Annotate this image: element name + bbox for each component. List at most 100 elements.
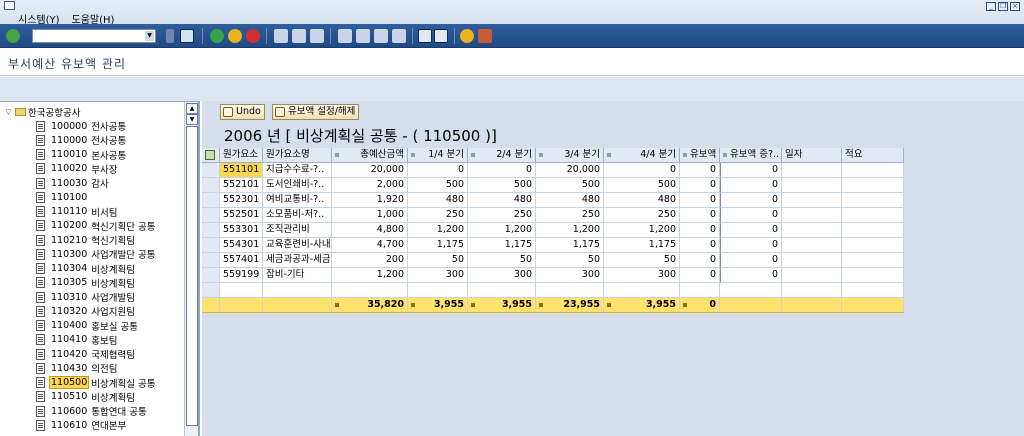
column-header[interactable]: 유보액 증?.. <box>720 148 782 163</box>
reserve-change-input[interactable]: 0 <box>720 253 782 268</box>
new-session-icon[interactable] <box>418 29 432 43</box>
back-icon[interactable] <box>210 29 224 43</box>
tree-item[interactable]: 110000 전사공통 <box>36 133 126 147</box>
select-all-cell[interactable] <box>202 148 220 163</box>
tree-item[interactable]: 110610 연대본부 <box>36 418 126 432</box>
grid-menu-icon[interactable] <box>205 149 215 160</box>
table-cell[interactable] <box>842 223 904 238</box>
scroll-down-icon[interactable]: ▼ <box>186 114 198 125</box>
tree-item[interactable]: 110210 혁신기획팀 <box>36 233 135 247</box>
tree-item[interactable]: 110010 본사공통 <box>36 148 126 162</box>
restore-icon[interactable]: ❐ <box>998 2 1008 11</box>
table-cell: 1,920 <box>332 193 408 208</box>
row-selector[interactable] <box>202 268 220 283</box>
reserve-change-input[interactable]: 0 <box>720 268 782 283</box>
row-selector[interactable] <box>202 163 220 178</box>
tree-item[interactable]: 110320 사업지원팀 <box>36 304 135 318</box>
table-cell[interactable] <box>782 178 842 193</box>
tree-item[interactable]: 110100 <box>36 190 91 204</box>
undo-button[interactable]: Undo <box>220 104 265 120</box>
table-cell[interactable] <box>842 208 904 223</box>
tree-item[interactable]: 110510 비상계획팀 <box>36 390 135 404</box>
tree-item[interactable]: 110305 비상계획팀 <box>36 276 135 290</box>
reserve-change-input[interactable]: 0 <box>720 178 782 193</box>
table-cell[interactable] <box>782 268 842 283</box>
print-icon[interactable] <box>274 29 288 43</box>
table-cell[interactable] <box>842 253 904 268</box>
table-cell[interactable] <box>842 163 904 178</box>
row-selector[interactable] <box>202 193 220 208</box>
tree-item[interactable]: 110030 감사 <box>36 176 109 190</box>
row-selector[interactable] <box>202 208 220 223</box>
reserve-change-input[interactable]: 0 <box>720 223 782 238</box>
tree-item[interactable]: 110600 통합연대 공통 <box>36 404 147 418</box>
layout-menu-icon[interactable] <box>478 29 492 43</box>
column-header[interactable]: 유보액 <box>680 148 720 163</box>
tree-scrollbar[interactable]: ▲ ▼ <box>184 102 198 436</box>
scroll-thumb[interactable] <box>186 126 198 426</box>
tree-item[interactable]: 110200 혁신기획단 공통 <box>36 219 155 233</box>
find-icon[interactable] <box>292 29 306 43</box>
row-selector[interactable] <box>202 253 220 268</box>
command-dropdown-icon[interactable]: ▼ <box>145 31 154 41</box>
column-header[interactable]: 4/4 분기 <box>604 148 680 163</box>
column-header[interactable]: 원가요소명 <box>263 148 332 163</box>
row-selector[interactable] <box>202 223 220 238</box>
table-cell[interactable] <box>782 193 842 208</box>
table-cell[interactable] <box>842 178 904 193</box>
tree-item[interactable]: 110300 사업개발단 공통 <box>36 247 155 261</box>
row-selector[interactable] <box>202 178 220 193</box>
cancel-icon[interactable] <box>246 29 260 43</box>
reserve-change-input[interactable]: 0 <box>720 208 782 223</box>
reserve-change-input[interactable]: 0 <box>720 238 782 253</box>
table-cell[interactable] <box>782 208 842 223</box>
table-cell[interactable] <box>782 223 842 238</box>
scroll-up-icon[interactable]: ▲ <box>186 103 198 114</box>
first-page-icon[interactable] <box>338 29 352 43</box>
column-header[interactable]: 3/4 분기 <box>536 148 604 163</box>
tree-item[interactable]: 100000 전사공통 <box>36 119 126 133</box>
collapse-icon[interactable]: ▽ <box>4 108 13 117</box>
reserve-change-input[interactable]: 0 <box>720 163 782 178</box>
find-next-icon[interactable] <box>310 29 324 43</box>
tree-root[interactable]: ▽ 한국공항공사 <box>4 106 81 120</box>
tree-item[interactable]: 110310 사업개발팀 <box>36 290 135 304</box>
table-cell[interactable] <box>842 268 904 283</box>
shortcut-icon[interactable] <box>434 29 448 43</box>
column-header[interactable]: 2/4 분기 <box>468 148 536 163</box>
enter-check-icon[interactable] <box>6 29 20 43</box>
table-cell[interactable] <box>842 238 904 253</box>
table-cell[interactable] <box>782 253 842 268</box>
table-cell[interactable] <box>782 163 842 178</box>
reserve-toggle-button[interactable]: 유보액 설정/해제 <box>272 104 360 120</box>
tree-item[interactable]: 110410 홍보팀 <box>36 333 118 347</box>
tree-item[interactable]: 110020 부사장 <box>36 162 118 176</box>
minimize-icon[interactable]: _ <box>986 2 996 11</box>
tree-item[interactable]: 110500 비상계획실 공통 <box>36 376 155 390</box>
reserve-change-input[interactable]: 0 <box>720 193 782 208</box>
column-header[interactable]: 총예산금액 <box>332 148 408 163</box>
system-menu-icon[interactable] <box>4 1 15 10</box>
column-header[interactable]: 일자 <box>782 148 842 163</box>
column-header[interactable]: 적요 <box>842 148 904 163</box>
last-page-icon[interactable] <box>392 29 406 43</box>
tree-item[interactable]: 110304 비상계획팀 <box>36 262 135 276</box>
back-arrow-icon[interactable] <box>166 29 174 43</box>
help-icon[interactable] <box>460 29 474 43</box>
previous-page-icon[interactable] <box>356 29 370 43</box>
exit-icon[interactable] <box>228 29 242 43</box>
table-cell[interactable] <box>842 193 904 208</box>
tree-item[interactable]: 110420 국제협력팀 <box>36 347 135 361</box>
command-field[interactable]: ▼ <box>32 29 156 43</box>
tree-item[interactable]: 110400 홍보실 공통 <box>36 319 138 333</box>
command-input[interactable] <box>33 30 143 42</box>
row-selector[interactable] <box>202 238 220 253</box>
column-header[interactable]: 원가요소 <box>220 148 263 163</box>
column-header[interactable]: 1/4 분기 <box>408 148 468 163</box>
close-window-icon[interactable]: × <box>1010 2 1020 11</box>
table-cell[interactable] <box>782 238 842 253</box>
tree-item[interactable]: 110110 비서팀 <box>36 205 118 219</box>
save-icon[interactable] <box>180 29 194 43</box>
tree-item[interactable]: 110430 의전팀 <box>36 361 118 375</box>
next-page-icon[interactable] <box>374 29 388 43</box>
